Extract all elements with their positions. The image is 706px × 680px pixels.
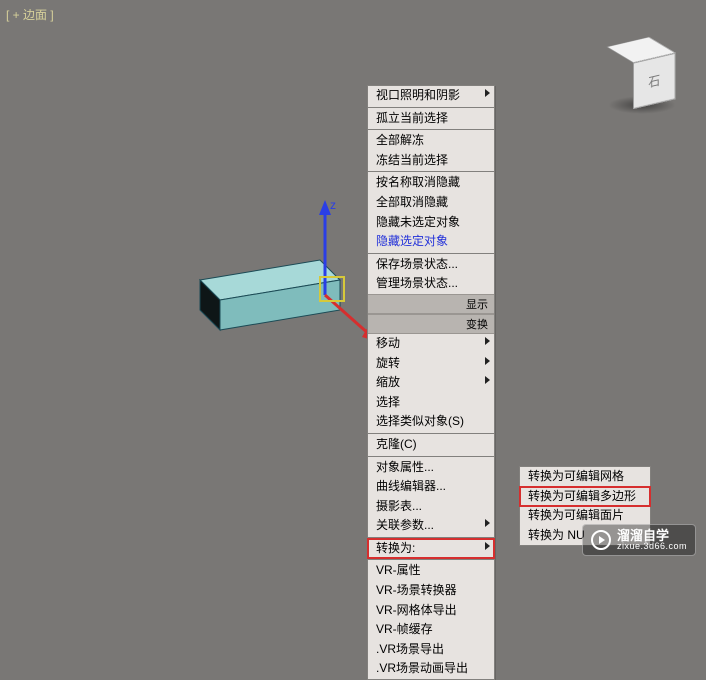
menu-unhide-all[interactable]: 全部取消隐藏 (368, 193, 494, 213)
menu-vr-scene-export[interactable]: .VR场景导出 (368, 640, 494, 660)
menu-separator (368, 253, 494, 254)
chevron-right-icon (485, 337, 490, 345)
chevron-right-icon (485, 89, 490, 97)
menu-isolate-selection[interactable]: 孤立当前选择 (368, 109, 494, 129)
menu-separator (368, 456, 494, 457)
menu-viewport-lighting[interactable]: 视口照明和阴影 (368, 86, 494, 106)
menu-save-scene-state[interactable]: 保存场景状态... (368, 255, 494, 275)
menu-vr-frame-buffer[interactable]: VR-帧缓存 (368, 620, 494, 640)
menu-move[interactable]: 移动 (368, 334, 494, 354)
play-icon (591, 530, 611, 550)
menu-vr-scene-anim-export[interactable]: .VR场景动画导出 (368, 659, 494, 679)
menu-wire-parameters[interactable]: 关联参数... (368, 516, 494, 536)
menu-header-transform: 变换 (368, 314, 494, 334)
menu-hide-selection[interactable]: 隐藏选定对象 (368, 232, 494, 252)
chevron-right-icon (485, 519, 490, 527)
submenu-convert-editable-patch[interactable]: 转换为可编辑面片 (520, 506, 650, 526)
menu-curve-editor[interactable]: 曲线编辑器... (368, 477, 494, 497)
menu-scale[interactable]: 缩放 (368, 373, 494, 393)
watermark-url: zixue.3d66.com (617, 542, 687, 551)
menu-rotate[interactable]: 旋转 (368, 354, 494, 374)
context-menu[interactable]: 视口照明和阴影 孤立当前选择 全部解冻 冻结当前选择 按名称取消隐藏 全部取消隐… (367, 85, 495, 680)
menu-vr-scene-converter[interactable]: VR-场景转换器 (368, 581, 494, 601)
watermark: 溜溜自学 zixue.3d66.com (582, 524, 696, 556)
menu-manage-scene-state[interactable]: 管理场景状态... (368, 274, 494, 294)
menu-select[interactable]: 选择 (368, 393, 494, 413)
menu-separator (368, 537, 494, 538)
menu-freeze-selection[interactable]: 冻结当前选择 (368, 151, 494, 171)
menu-unhide-by-name[interactable]: 按名称取消隐藏 (368, 173, 494, 193)
menu-header-display: 显示 (368, 294, 494, 314)
menu-separator (368, 433, 494, 434)
chevron-right-icon (485, 542, 490, 550)
menu-separator (368, 559, 494, 560)
viewport-label: [ + 边面 ] (6, 6, 54, 23)
menu-convert-to[interactable]: 转换为: (368, 539, 494, 559)
menu-clone[interactable]: 克隆(C) (368, 435, 494, 455)
menu-select-similar[interactable]: 选择类似对象(S) (368, 412, 494, 432)
submenu-convert-editable-poly[interactable]: 转换为可编辑多边形 (520, 487, 650, 507)
menu-vr-mesh-export[interactable]: VR-网格体导出 (368, 601, 494, 621)
menu-separator (368, 107, 494, 108)
menu-hide-unselected[interactable]: 隐藏未选定对象 (368, 213, 494, 233)
menu-separator (368, 129, 494, 130)
menu-unfreeze-all[interactable]: 全部解冻 (368, 131, 494, 151)
menu-separator (368, 171, 494, 172)
submenu-convert-editable-mesh[interactable]: 转换为可编辑网格 (520, 467, 650, 487)
chevron-right-icon (485, 357, 490, 365)
menu-dope-sheet[interactable]: 摄影表... (368, 497, 494, 517)
gizmo-z-label: z (330, 198, 336, 212)
viewcube[interactable]: 石 (598, 40, 688, 120)
chevron-right-icon (485, 376, 490, 384)
menu-vr-properties[interactable]: VR-属性 (368, 561, 494, 581)
menu-object-properties[interactable]: 对象属性... (368, 458, 494, 478)
